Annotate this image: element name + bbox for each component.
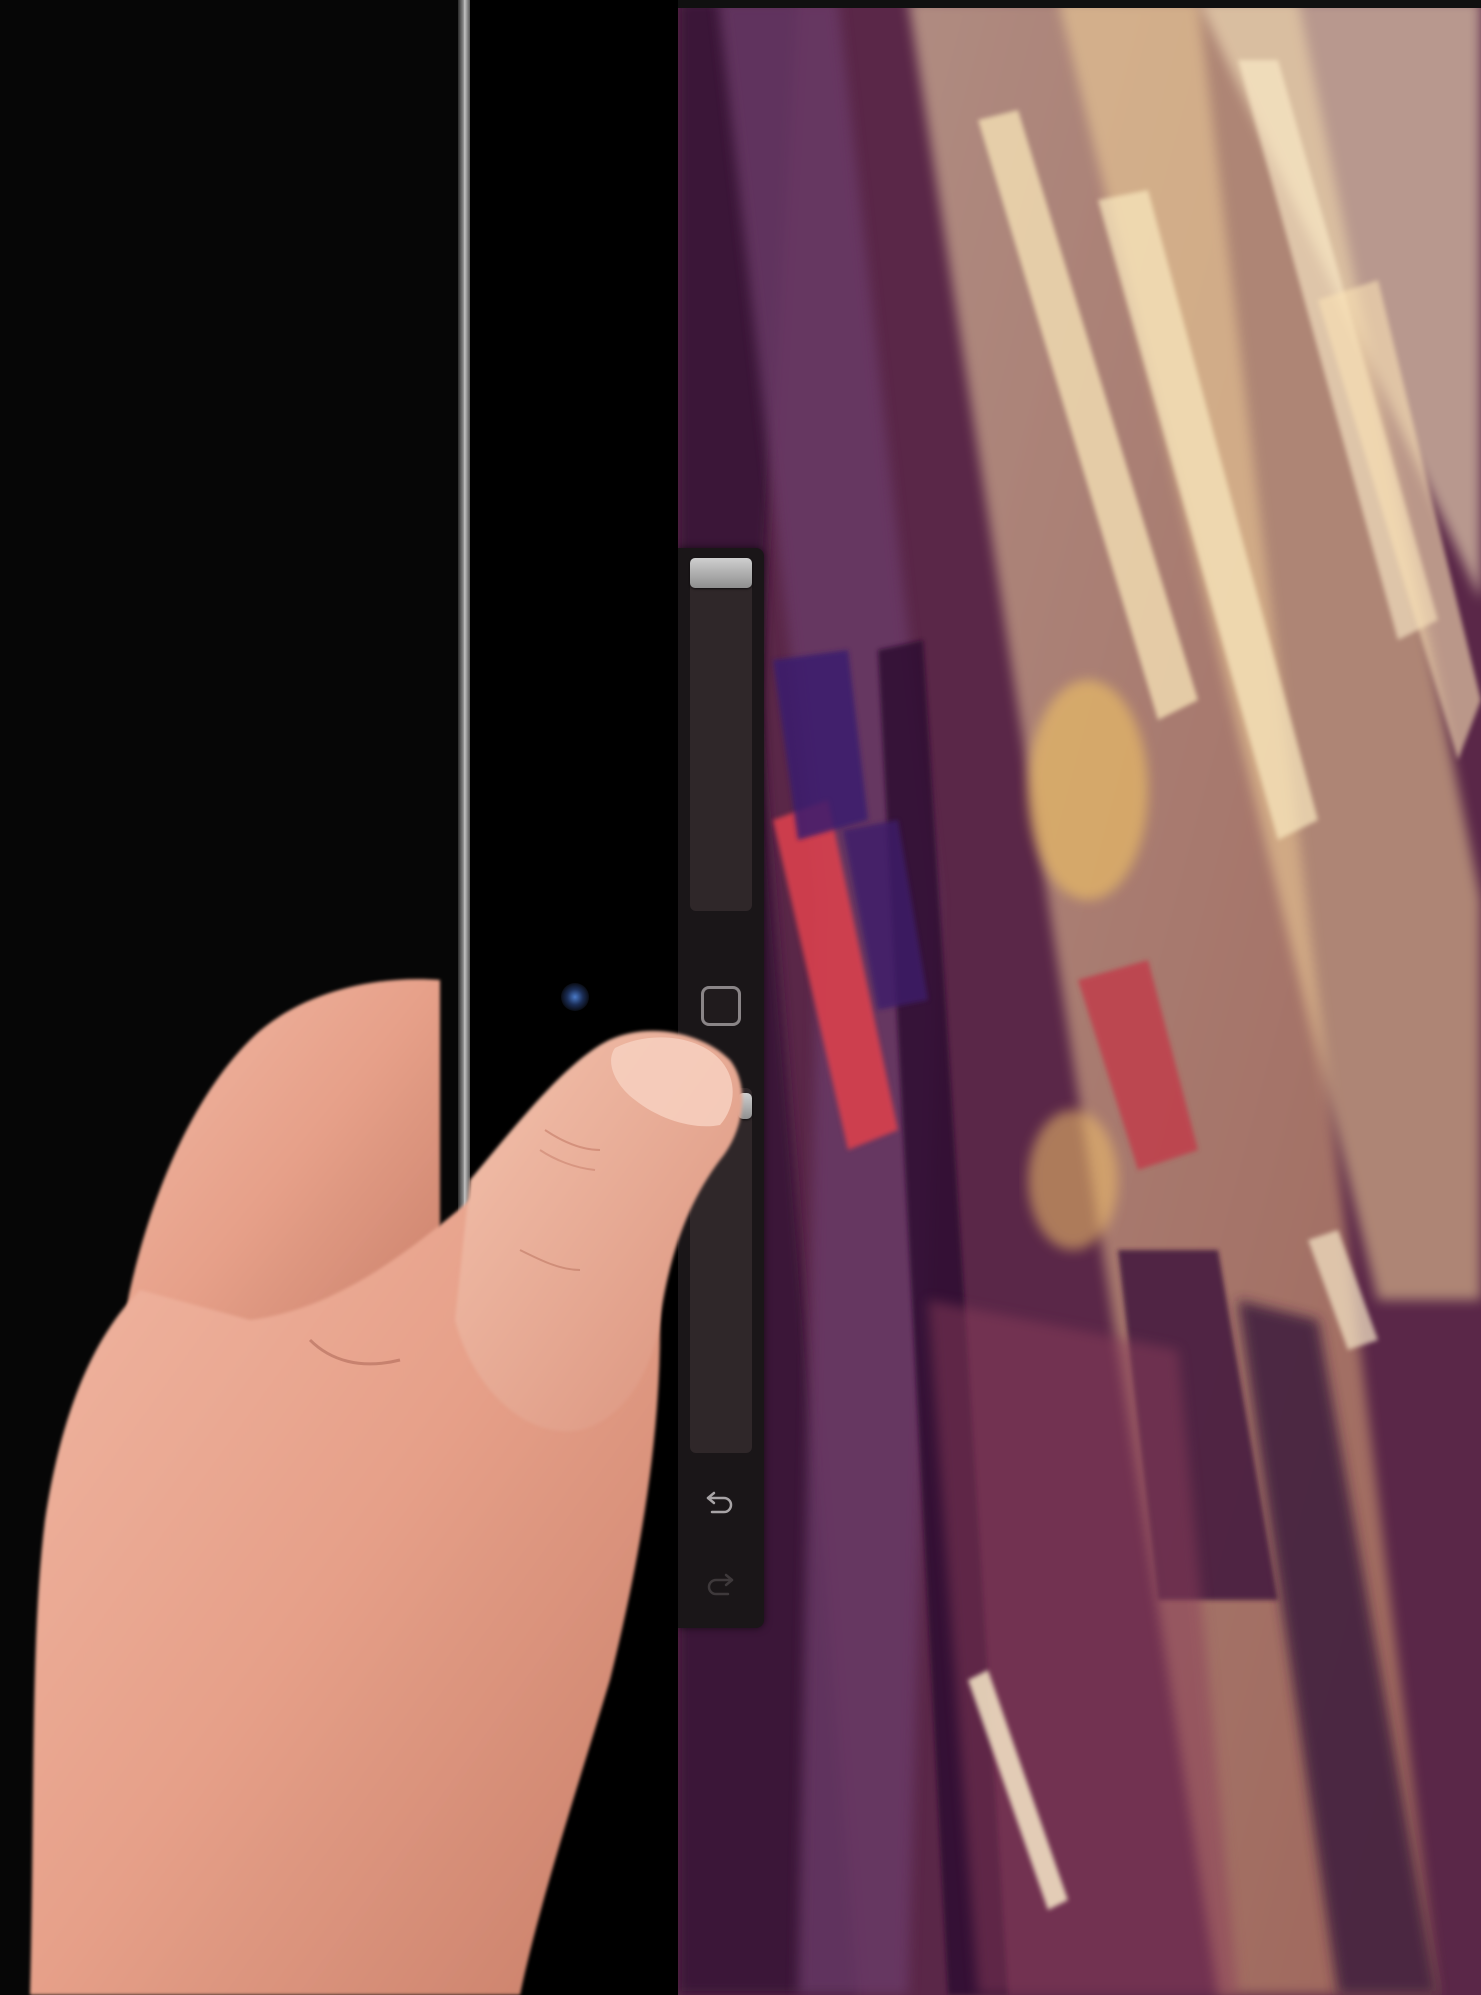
screen [0, 0, 1481, 1995]
hand-photo [30, 979, 743, 1995]
